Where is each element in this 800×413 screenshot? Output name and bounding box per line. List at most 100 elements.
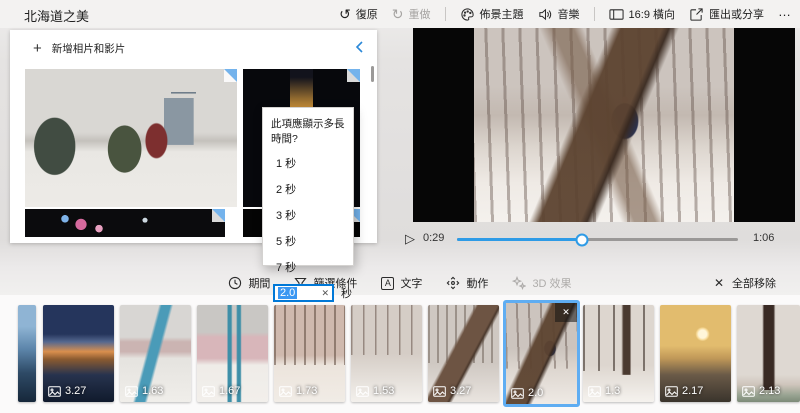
clip-duration: 2.13 [759, 385, 781, 397]
library-photo-park[interactable] [25, 69, 237, 207]
clock-icon [229, 276, 242, 290]
aspect-ratio-icon [608, 8, 624, 21]
clip-duration-badge: 1.53 [356, 385, 394, 397]
timeline-clip[interactable]: 2.17 [660, 305, 731, 402]
added-corner-badge [212, 209, 225, 222]
clip-duration-badge: 2.0 [511, 387, 543, 399]
timeline-clip[interactable]: 3.27 [428, 305, 499, 402]
current-time: 0:29 [423, 232, 445, 244]
timeline-clip[interactable]: 1.53 [351, 305, 422, 402]
duration-menu-title: 此項應顯示多長時間? [271, 118, 345, 145]
seek-bar[interactable] [457, 233, 738, 246]
close-icon: ✕ [713, 276, 724, 290]
redo-button[interactable]: ↻ 重做 [392, 6, 431, 22]
duration-option-1s[interactable]: 1 秒 [263, 150, 353, 176]
duration-option-5s[interactable]: 5 秒 [263, 228, 353, 254]
collapse-panel-button[interactable] [355, 40, 365, 54]
undo-button[interactable]: ↺ 復原 [339, 6, 378, 22]
text-icon: A [381, 276, 395, 290]
photo-icon [511, 387, 524, 399]
music-label: 音樂 [557, 9, 580, 21]
undo-icon: ↺ [339, 6, 351, 22]
clip-duration-badge: 2.13 [742, 385, 780, 397]
photo-icon [125, 385, 138, 397]
clip-duration-badge: 2.17 [665, 385, 703, 397]
divider [444, 7, 446, 21]
video-preview[interactable] [413, 28, 795, 222]
clip-duration-badge: 1.67 [202, 385, 240, 397]
aspect-ratio-button[interactable]: 16:9 橫向 [608, 6, 675, 22]
palette-icon [460, 7, 475, 22]
speaker-icon [538, 7, 553, 22]
clip-duration-badge: 3.27 [433, 385, 471, 397]
timeline-clip[interactable]: 2.13 [737, 305, 800, 402]
effects-3d-button[interactable]: 3D 效果 [512, 275, 572, 291]
edit-toolbar: 期間 篩選條件 A 文字 動作 3D 效果 [0, 271, 800, 295]
export-share-button[interactable]: 匯出或分享 [689, 6, 764, 22]
timeline-clip-selected[interactable]: ✕ 2.0 [503, 300, 580, 407]
clip-duration: 1.73 [296, 385, 318, 397]
clip-duration-badge: 1.73 [279, 385, 317, 397]
duration-unit-label: 秒 [341, 288, 352, 300]
remove-clip-button[interactable]: ✕ [555, 303, 577, 322]
clip-duration: 2.0 [528, 387, 544, 399]
seek-bar-thumb[interactable] [575, 233, 589, 246]
timeline-clip[interactable]: 1.63 [120, 305, 191, 402]
duration-option-2s[interactable]: 2 秒 [263, 176, 353, 202]
effects-3d-label: 3D 效果 [532, 278, 572, 290]
panel-scrollbar[interactable] [371, 66, 374, 82]
timeline-clip[interactable]: 1.73 [274, 305, 345, 402]
clip-duration: 3.27 [450, 385, 472, 397]
chevron-left-icon [355, 41, 363, 53]
added-corner-badge [224, 69, 237, 82]
more-icon: … [778, 3, 792, 19]
timeline-clip[interactable]: 1.3 [583, 305, 654, 402]
duration-option-3s[interactable]: 3 秒 [263, 202, 353, 228]
motion-label: 動作 [466, 278, 489, 290]
clip-duration-badge: 1.63 [125, 385, 163, 397]
timeline-strip: 3.27 1.63 1.67 1.73 1.53 3.27 ✕ 2.0 1.3 … [0, 295, 800, 413]
sparkle-3d-icon [512, 276, 527, 290]
clip-duration: 1.53 [373, 385, 395, 397]
timeline-clip[interactable]: 3.27 [43, 305, 114, 402]
more-button[interactable]: … [778, 4, 792, 25]
total-time: 1:06 [753, 232, 775, 244]
photo-icon [48, 385, 61, 397]
add-media-label: 新增相片和影片 [51, 43, 126, 55]
project-title[interactable]: 北海道之美 [24, 6, 89, 25]
export-share-label: 匯出或分享 [709, 9, 764, 21]
photo-icon [433, 385, 446, 397]
custom-duration-row: 2.0 ✕ 秒 [273, 284, 353, 302]
duration-menu: 此項應顯示多長時間? 1 秒 2 秒 3 秒 5 秒 7 秒 2.0 ✕ 秒 [262, 107, 354, 302]
play-button[interactable]: ▷ [405, 231, 415, 247]
timeline-clip-partial[interactable] [18, 305, 36, 402]
duration-option-7s[interactable]: 7 秒 [263, 254, 353, 280]
motion-icon [447, 276, 460, 290]
music-button[interactable]: 音樂 [538, 6, 580, 22]
clip-duration: 2.17 [682, 385, 704, 397]
remove-all-button[interactable]: ✕ 全部移除 [714, 275, 776, 291]
theme-button[interactable]: 佈景主題 [460, 6, 524, 22]
photo-icon [665, 385, 678, 397]
motion-button[interactable]: 動作 [446, 275, 488, 291]
aspect-ratio-label: 16:9 橫向 [628, 9, 675, 21]
timeline-clip[interactable]: 1.67 [197, 305, 268, 402]
remove-all-label: 全部移除 [732, 278, 776, 290]
share-icon [689, 7, 704, 22]
redo-label: 重做 [408, 9, 431, 21]
photo-park-image [25, 69, 237, 207]
text-label: 文字 [400, 278, 423, 290]
add-media-button[interactable]: + 新增相片和影片 [33, 41, 125, 56]
plus-icon: + [33, 39, 42, 57]
custom-duration-input[interactable]: 2.0 ✕ [273, 284, 334, 302]
clip-duration-badge: 1.3 [588, 385, 620, 397]
preview-frame-image [474, 28, 734, 222]
playback-controls: ▷ 0:29 1:06 [0, 228, 800, 250]
undo-label: 復原 [355, 9, 378, 21]
text-button[interactable]: A 文字 [381, 275, 422, 291]
clip-image [18, 305, 36, 402]
clear-input-icon[interactable]: ✕ [321, 288, 329, 299]
theme-label: 佈景主題 [479, 9, 524, 21]
added-corner-badge [347, 69, 360, 82]
close-icon: ✕ [562, 307, 570, 317]
